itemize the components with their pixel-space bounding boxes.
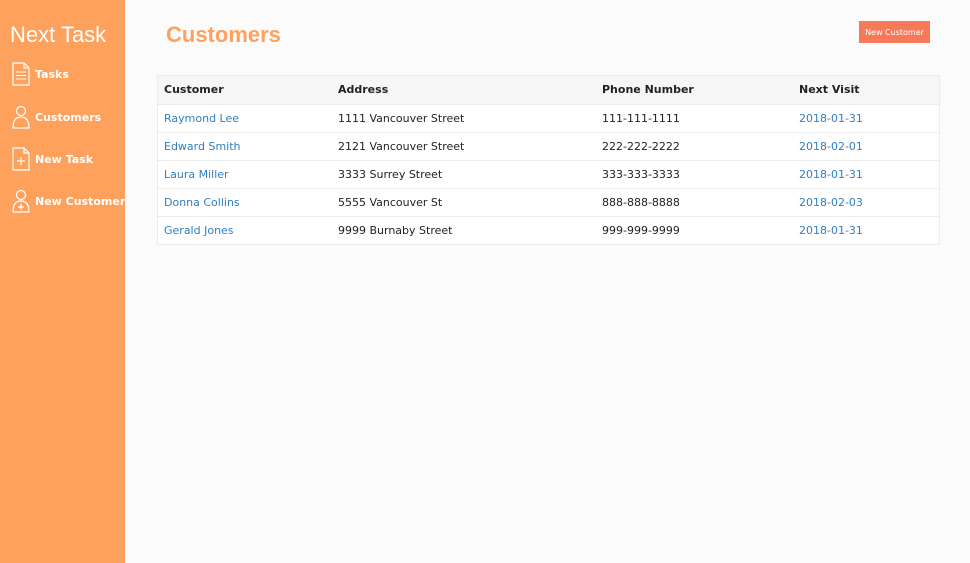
table-row: Donna Collins 5555 Vancouver St 888-888-… xyxy=(158,188,939,216)
customer-name-link[interactable]: Donna Collins xyxy=(164,189,240,216)
table-row: Edward Smith 2121 Vancouver Street 222-2… xyxy=(158,132,939,160)
column-header-next-visit: Next Visit xyxy=(799,83,860,96)
next-visit-link[interactable]: 2018-02-03 xyxy=(799,189,863,216)
customer-address: 1111 Vancouver Street xyxy=(338,112,465,125)
app-brand[interactable]: Next Task xyxy=(10,22,106,48)
document-icon xyxy=(11,61,31,87)
sidebar-item-customers[interactable]: Customers xyxy=(11,104,101,130)
table-header-row: Customer Address Phone Number Next Visit xyxy=(158,76,939,104)
table-row: Laura Miller 3333 Surrey Street 333-333-… xyxy=(158,160,939,188)
sidebar-item-label: New Task xyxy=(35,152,94,166)
customer-address: 2121 Vancouver Street xyxy=(338,140,465,153)
customer-phone: 111-111-1111 xyxy=(602,112,680,125)
sidebar-item-new-task[interactable]: New Task xyxy=(11,146,93,172)
customer-name-link[interactable]: Gerald Jones xyxy=(164,217,234,244)
next-visit-link[interactable]: 2018-01-31 xyxy=(799,105,863,132)
customer-phone: 333-333-3333 xyxy=(602,168,680,181)
customer-name-link[interactable]: Laura Miller xyxy=(164,161,229,188)
customer-phone: 222-222-2222 xyxy=(602,140,680,153)
next-visit-link[interactable]: 2018-02-01 xyxy=(799,133,863,160)
customer-name-link[interactable]: Raymond Lee xyxy=(164,105,239,132)
column-header-address: Address xyxy=(338,83,389,96)
sidebar-item-label: New Customer xyxy=(35,194,126,208)
customer-name-link[interactable]: Edward Smith xyxy=(164,133,241,160)
column-header-phone: Phone Number xyxy=(602,83,694,96)
column-header-customer: Customer xyxy=(164,83,224,96)
customer-address: 9999 Burnaby Street xyxy=(338,224,453,237)
table-row: Gerald Jones 9999 Burnaby Street 999-999… xyxy=(158,216,939,244)
customer-address: 3333 Surrey Street xyxy=(338,168,443,181)
table-row: Raymond Lee 1111 Vancouver Street 111-11… xyxy=(158,104,939,132)
sidebar: Next Task Tasks Customers New Task New C… xyxy=(0,0,125,563)
sidebar-item-new-customer[interactable]: New Customer xyxy=(11,188,125,214)
sidebar-item-label: Tasks xyxy=(35,67,69,81)
sidebar-item-label: Customers xyxy=(35,110,102,124)
next-visit-link[interactable]: 2018-01-31 xyxy=(799,161,863,188)
customers-table: Customer Address Phone Number Next Visit… xyxy=(157,75,940,245)
customer-address: 5555 Vancouver St xyxy=(338,196,443,209)
sidebar-item-tasks[interactable]: Tasks xyxy=(11,61,69,87)
add-document-icon xyxy=(11,146,31,172)
person-icon xyxy=(11,104,31,130)
new-customer-button[interactable]: New Customer xyxy=(859,21,930,43)
next-visit-link[interactable]: 2018-01-31 xyxy=(799,217,863,244)
page-title: Customers xyxy=(166,22,281,47)
add-person-icon xyxy=(11,188,31,214)
customer-phone: 999-999-9999 xyxy=(602,224,680,237)
customer-phone: 888-888-8888 xyxy=(602,196,680,209)
